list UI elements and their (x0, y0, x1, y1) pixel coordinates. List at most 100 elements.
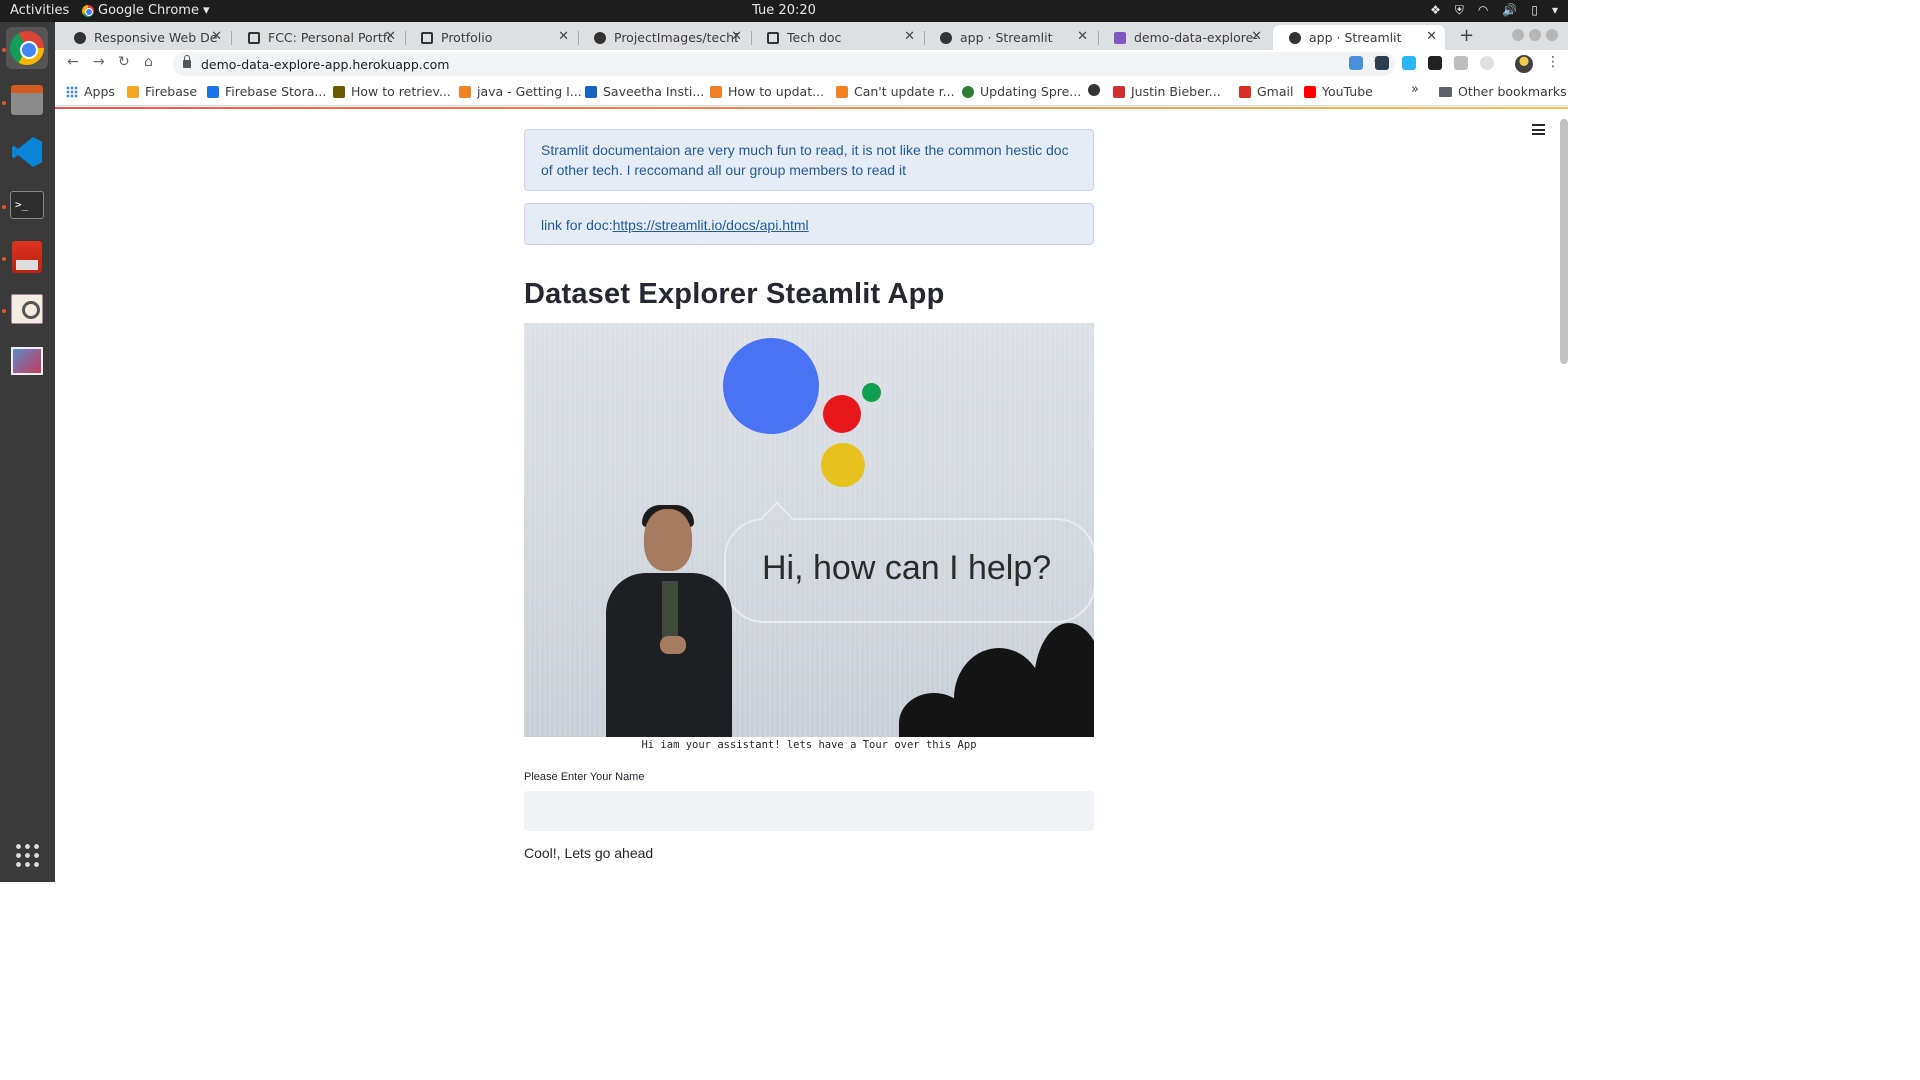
bookmark-label: Updating Spre... (980, 84, 1082, 99)
presenter-shirt (662, 581, 678, 641)
other-bookmarks[interactable]: Other bookmarks (1439, 84, 1567, 99)
extension-icon[interactable] (1402, 56, 1416, 70)
close-icon[interactable]: ✕ (1251, 29, 1262, 44)
kebab-menu-icon[interactable]: ⋮ (1546, 54, 1560, 70)
status-text: Cool!, Lets go ahead (524, 845, 654, 861)
browser-toolbar: ← → ↻ ⌂ demo-data-explore-app.herokuapp.… (55, 50, 1568, 78)
assistant-red-dot (823, 395, 861, 433)
volume-icon[interactable]: 🔊 (1502, 3, 1517, 18)
close-icon[interactable]: ✕ (558, 29, 569, 44)
wifi-icon[interactable]: ◠ (1478, 3, 1488, 18)
bookmark-firebase-storage[interactable]: Firebase Stora... (207, 84, 326, 99)
bookmark-how-to-retrieve[interactable]: How to retriev... (333, 84, 451, 99)
close-window-button[interactable] (1546, 29, 1558, 41)
url-text[interactable]: demo-data-explore-app.herokuapp.com (201, 57, 449, 72)
back-button[interactable]: ← (67, 54, 79, 70)
bookmark-cant-update[interactable]: Can't update r... (836, 84, 955, 99)
forward-button[interactable]: → (93, 54, 105, 70)
bookmark-youtube[interactable]: YouTube (1304, 84, 1373, 99)
system-menu-icon[interactable]: ▾ (1552, 3, 1558, 18)
tab-protfolio[interactable]: Protfolio ✕ (405, 25, 577, 50)
tab-fcc-portfolio[interactable]: FCC: Personal Portfolio ✕ (232, 25, 404, 50)
chrome-icon (10, 31, 44, 65)
system-tray[interactable]: ❖ ⛨ ◠ 🔊 ▯ ▾ (1430, 3, 1558, 18)
shield-icon[interactable]: ⛨ (1455, 3, 1464, 18)
battery-icon[interactable]: ▯ (1531, 3, 1538, 18)
dock-terminal[interactable]: >_ (6, 184, 48, 226)
bookmark-gmail[interactable]: Gmail (1239, 84, 1293, 99)
hamburger-menu-icon[interactable] (1532, 124, 1545, 135)
close-icon[interactable]: ✕ (731, 29, 742, 44)
bookmark-saveetha[interactable]: Saveetha Insti... (585, 84, 704, 99)
bookmark-firebase[interactable]: Firebase (127, 84, 197, 99)
dock-files[interactable] (6, 79, 48, 121)
maximize-button[interactable] (1529, 29, 1541, 41)
dock-software-install[interactable] (6, 236, 48, 278)
app-menu[interactable]: Google Chrome ▾ (82, 3, 210, 18)
system-top-bar: Activities Google Chrome ▾ Tue 20:20 ❖ ⛨… (0, 0, 1568, 22)
dock-chrome[interactable] (6, 27, 48, 69)
bookmark-apps[interactable]: Apps (66, 84, 115, 99)
close-icon[interactable]: ✕ (385, 29, 396, 44)
clock[interactable]: Tue 20:20 (0, 3, 1568, 18)
bookmark-globe[interactable] (1088, 84, 1106, 96)
bookmark-label: Saveetha Insti... (603, 84, 705, 99)
bookmarks-overflow-button[interactable]: » (1411, 82, 1419, 97)
address-bar[interactable]: demo-data-explore-app.herokuapp.com ☆ (173, 52, 1395, 76)
show-applications-button[interactable] (6, 834, 48, 876)
dropbox-icon[interactable]: ❖ (1430, 3, 1441, 18)
dock-image-viewer[interactable] (6, 288, 48, 330)
doc-link[interactable]: https://streamlit.io/docs/api.html (613, 217, 809, 233)
home-button[interactable]: ⌂ (144, 54, 153, 70)
other-bookmarks-label: Other bookmarks (1458, 84, 1567, 99)
tab-label: Protfolio (441, 30, 493, 45)
name-input[interactable] (524, 791, 1094, 831)
new-tab-button[interactable]: + (1459, 25, 1474, 46)
tab-label: ProjectImages/techDoc (614, 30, 738, 45)
minimize-button[interactable] (1512, 29, 1524, 41)
bookmark-java[interactable]: java - Getting I... (459, 84, 582, 99)
info-alert-link: link for doc:https://streamlit.io/docs/a… (524, 203, 1094, 245)
bookmark-justin-bieber[interactable]: Justin Bieber... (1113, 84, 1221, 99)
close-icon[interactable]: ✕ (1077, 29, 1088, 44)
close-icon[interactable]: ✕ (904, 29, 915, 44)
bookmark-label: Gmail (1257, 84, 1294, 99)
close-icon[interactable]: ✕ (211, 29, 222, 44)
dock-vscode[interactable] (6, 131, 48, 173)
streamlit-icon (940, 31, 952, 44)
extension-icon[interactable] (1375, 56, 1389, 70)
tab-demo-data-explore[interactable]: demo-data-explore-app ✕ (1098, 25, 1270, 50)
bookmark-label: java - Getting I... (477, 84, 582, 99)
extension-icon[interactable] (1454, 56, 1468, 70)
tab-project-images[interactable]: ProjectImages/techDoc ✕ (578, 25, 750, 50)
saveetha-icon (585, 85, 597, 98)
firebase-storage-icon (207, 85, 219, 98)
activities-button[interactable]: Activities (10, 3, 69, 18)
page-scrollbar[interactable] (1560, 119, 1568, 364)
bookmark-updating-spreadsheet[interactable]: Updating Spre... (962, 84, 1081, 99)
bookmark-how-to-update[interactable]: How to updat... (710, 84, 824, 99)
close-icon[interactable]: ✕ (1426, 29, 1437, 44)
apps-grid-icon (66, 85, 78, 98)
profile-avatar[interactable] (1515, 55, 1533, 73)
freecodecamp-icon (74, 31, 86, 44)
tab-label: Responsive Web Design (94, 30, 218, 45)
info-alert-docs: Stramlit documentaion are very much fun … (524, 129, 1094, 191)
tab-responsive-web-design[interactable]: Responsive Web Design ✕ (58, 25, 230, 50)
tab-label: app · Streamlit (1309, 30, 1402, 45)
extension-icon[interactable] (1428, 56, 1442, 70)
reload-button[interactable]: ↻ (118, 54, 130, 70)
codepen-icon (248, 31, 260, 44)
tab-label: FCC: Personal Portfolio (268, 30, 392, 45)
audience-head (1034, 623, 1094, 737)
tab-app-streamlit-active[interactable]: app · Streamlit ✕ (1273, 25, 1445, 50)
assistant-blue-dot (723, 338, 819, 434)
speech-bubble-text: Hi, how can I help? (762, 549, 1052, 587)
dock-photos[interactable] (6, 340, 48, 382)
folder-icon (1439, 86, 1452, 97)
extension-download-icon[interactable] (1349, 56, 1363, 70)
photos-icon (11, 347, 43, 375)
tab-app-streamlit-1[interactable]: app · Streamlit ✕ (924, 25, 1096, 50)
tab-tech-doc[interactable]: Tech doc ✕ (751, 25, 923, 50)
extension-icon[interactable] (1480, 56, 1494, 70)
